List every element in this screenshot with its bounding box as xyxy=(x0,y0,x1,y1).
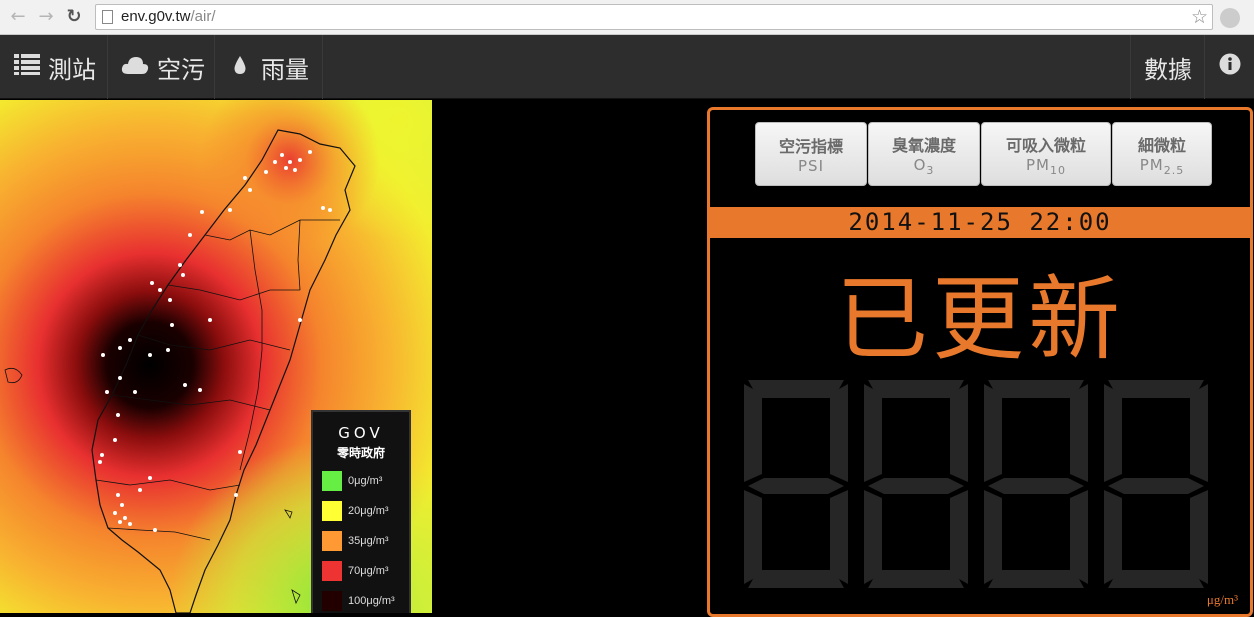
legend-label: 0μg/m³ xyxy=(348,475,383,487)
browser-toolbar: ← → ↻ env.g0v.tw/air/ ☆ xyxy=(0,0,1254,35)
forward-icon[interactable]: → xyxy=(36,7,56,27)
legend-swatch xyxy=(322,501,342,521)
measurement-panel: 空污指標 PSI 臭氧濃度 O3 可吸入微粒 PM10 細微粒 PM2.5 20… xyxy=(707,107,1253,617)
info-icon xyxy=(1219,53,1241,81)
tab-psi-code: PSI xyxy=(798,157,824,175)
tab-pm10[interactable]: 可吸入微粒 PM10 xyxy=(981,122,1111,186)
tab-pm10-code-main: PM xyxy=(1026,155,1050,174)
legend-row: 0μg/m³ xyxy=(322,470,412,492)
nav-data[interactable]: 數據 xyxy=(1130,35,1204,99)
legend-row: 35μg/m³ xyxy=(322,530,412,552)
list-icon xyxy=(14,53,40,81)
legend-logo: GOV xyxy=(338,424,384,442)
tab-psi-label: 空污指標 xyxy=(778,137,843,156)
legend-row: 20μg/m³ xyxy=(322,500,412,522)
legend-label: 70μg/m³ xyxy=(348,565,389,577)
info-button[interactable] xyxy=(1204,35,1254,99)
url-host: env.g0v.tw xyxy=(121,8,191,25)
seven-segment-svg xyxy=(744,380,1208,588)
tab-o3[interactable]: 臭氧濃度 O3 xyxy=(868,122,980,186)
url-text: env.g0v.tw/air/ xyxy=(121,8,216,25)
drop-icon xyxy=(233,53,247,81)
legend-swatch xyxy=(322,591,342,611)
reload-icon[interactable]: ↻ xyxy=(64,7,84,27)
legend-swatch xyxy=(322,531,342,551)
page-icon xyxy=(102,10,113,24)
legend-row: 70μg/m³ xyxy=(322,560,412,582)
tab-pm25-code-sub: 2.5 xyxy=(1163,163,1185,177)
nav-stations-label: 測站 xyxy=(48,55,96,84)
cloud-icon xyxy=(121,53,149,81)
map-legend: GOV 零時政府 0μg/m³ 20μg/m³ 35μg/m³ 70μg/m³ … xyxy=(311,410,411,613)
bookmark-star-icon[interactable]: ☆ xyxy=(1191,6,1208,28)
tab-pm25-code-main: PM xyxy=(1139,155,1164,174)
tab-pm25[interactable]: 細微粒 PM2.5 xyxy=(1112,122,1212,186)
nav-air-pollution[interactable]: 空污 xyxy=(108,35,215,99)
metric-tabs: 空污指標 PSI 臭氧濃度 O3 可吸入微粒 PM10 細微粒 PM2.5 xyxy=(755,122,1213,186)
tab-o3-label: 臭氧濃度 xyxy=(891,135,956,155)
legend-label: 20μg/m³ xyxy=(348,505,389,517)
tab-pm10-code-sub: 10 xyxy=(1050,163,1066,177)
tab-o3-code-sub: 3 xyxy=(926,163,935,177)
tab-o3-code: O3 xyxy=(914,156,935,177)
app-navbar: 測站 空污 雨量 數據 xyxy=(0,35,1254,99)
seven-segment-display xyxy=(740,376,1220,600)
tab-pm25-code: PM2.5 xyxy=(1140,156,1185,177)
legend-label: 35μg/m³ xyxy=(348,535,389,547)
nav-stations[interactable]: 測站 xyxy=(0,35,108,99)
legend-label: 100μg/m³ xyxy=(348,595,395,607)
tab-o3-code-main: O xyxy=(913,155,927,174)
address-bar[interactable]: env.g0v.tw/air/ ☆ xyxy=(95,4,1213,30)
nav-rainfall-label: 雨量 xyxy=(261,55,309,84)
tab-pm25-label: 細微粒 xyxy=(1137,135,1186,155)
unit-label: μg/m³ xyxy=(1206,592,1238,607)
nav-air-label: 空污 xyxy=(157,55,205,84)
update-status: 已更新 xyxy=(835,266,1124,373)
timestamp-bar: 2014-11-25 22:00 xyxy=(710,207,1250,238)
legend-swatch xyxy=(322,471,342,491)
legend-title: 零時政府 xyxy=(336,446,385,460)
legend-swatch xyxy=(322,561,342,581)
tab-pm10-code: PM10 xyxy=(1026,156,1066,177)
url-path: /air/ xyxy=(190,8,216,25)
tab-pm10-label: 可吸入微粒 xyxy=(1005,135,1086,155)
pollution-map[interactable]: GOV 零時政府 0μg/m³ 20μg/m³ 35μg/m³ 70μg/m³ … xyxy=(0,100,432,613)
back-icon[interactable]: ← xyxy=(8,7,28,27)
legend-row: 100μg/m³ xyxy=(322,590,412,612)
tab-psi[interactable]: 空污指標 PSI xyxy=(755,122,867,186)
nav-rainfall[interactable]: 雨量 xyxy=(215,35,323,99)
extension-icon[interactable] xyxy=(1220,8,1240,28)
nav-data-label: 數據 xyxy=(1144,55,1192,84)
